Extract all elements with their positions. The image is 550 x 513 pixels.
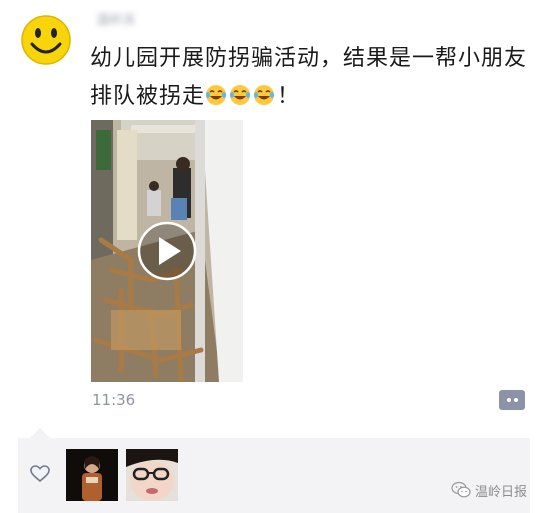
liker-avatar-1[interactable] <box>66 449 118 501</box>
crying-laughing-emoji <box>206 85 227 105</box>
post-timestamp: 11:36 <box>92 391 136 409</box>
crying-laughing-emoji <box>254 85 275 105</box>
liker-avatar-2[interactable] <box>126 449 178 501</box>
play-icon <box>137 221 197 281</box>
heart-outline-icon <box>30 465 50 483</box>
wechat-icon <box>451 481 471 498</box>
post-body: 幼儿园开展防拐骗活动，结果是一帮小朋友排队被拐走 <box>90 46 528 109</box>
author-avatar[interactable] <box>20 14 72 66</box>
watermark-text: 温岭日报 <box>475 484 528 500</box>
likes-panel-arrow <box>30 428 50 438</box>
post-text-suffix: ！ <box>277 84 301 109</box>
video-thumbnail[interactable] <box>91 120 243 382</box>
comment-button[interactable] <box>499 390 525 410</box>
crying-laughing-emoji <box>230 85 251 105</box>
comment-dots-icon <box>507 398 511 402</box>
author-name[interactable]: 温岭派 <box>96 12 166 30</box>
post-text: 幼儿园开展防拐骗活动，结果是一帮小朋友排队被拐走！ <box>90 40 530 116</box>
watermark: 温岭日报 <box>451 479 527 501</box>
comment-dots-icon-dot <box>514 398 518 402</box>
